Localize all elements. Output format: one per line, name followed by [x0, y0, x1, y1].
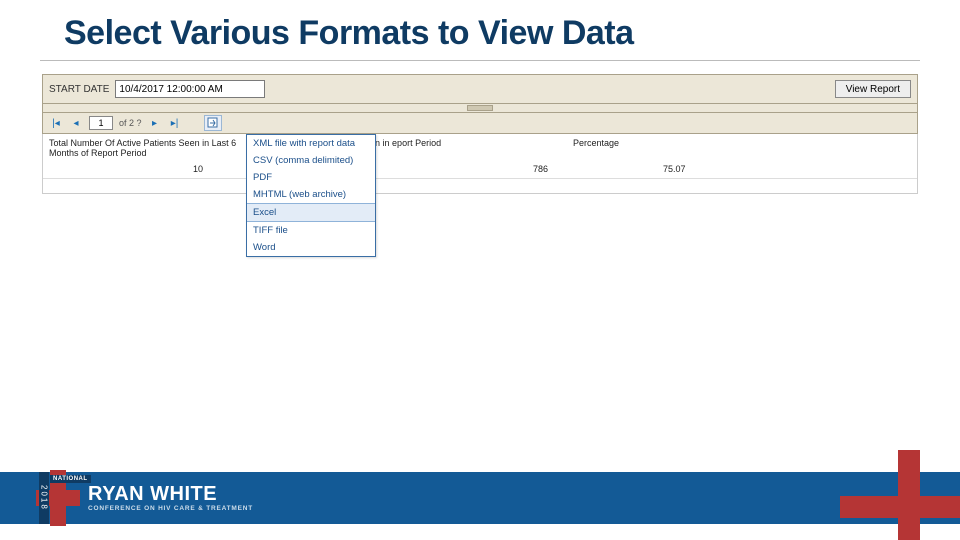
param-label-start-date: START DATE — [49, 84, 109, 95]
last-page-button[interactable]: ▸| — [168, 116, 182, 130]
page-of-label: of 2 ? — [119, 118, 142, 128]
export-button[interactable] — [204, 115, 222, 131]
page-number-input[interactable] — [89, 116, 113, 130]
logo-national-badge: NATIONAL — [50, 475, 91, 483]
export-option-mhtml-web-archive-[interactable]: MHTML (web archive) — [247, 186, 375, 203]
report-toolbar: |◂ ◂ of 2 ? ▸ ▸| — [42, 112, 918, 134]
param-splitter[interactable] — [42, 104, 918, 112]
cell-value-1: 10 — [193, 164, 203, 174]
param-bar: START DATE View Report — [42, 74, 918, 104]
splitter-handle-icon — [467, 105, 493, 111]
export-option-tiff-file[interactable]: TIFF file — [247, 222, 375, 239]
export-option-csv-comma-delimited-[interactable]: CSV (comma delimited) — [247, 152, 375, 169]
view-report-button[interactable]: View Report — [835, 80, 911, 98]
column-header-3: Percentage — [573, 138, 693, 148]
footer-logo: 2018 NATIONAL RYAN WHITE CONFERENCE ON H… — [36, 470, 253, 526]
export-option-excel[interactable]: Excel — [247, 203, 375, 222]
next-page-button[interactable]: ▸ — [148, 116, 162, 130]
prev-page-button[interactable]: ◂ — [69, 116, 83, 130]
export-icon — [207, 117, 219, 129]
export-option-xml-file-with-report-data[interactable]: XML file with report data — [247, 135, 375, 152]
logo-cross-icon: 2018 NATIONAL — [36, 470, 80, 526]
export-option-pdf[interactable]: PDF — [247, 169, 375, 186]
footer-accent-cross — [810, 450, 960, 540]
export-format-menu: XML file with report dataCSV (comma deli… — [246, 134, 376, 257]
cell-value-3: 75.07 — [663, 164, 686, 174]
export-option-word[interactable]: Word — [247, 239, 375, 256]
row-divider — [43, 178, 917, 179]
logo-line2: CONFERENCE ON HIV CARE & TREATMENT — [88, 506, 253, 513]
logo-line1: RYAN WHITE — [88, 484, 253, 504]
slide-title: Select Various Formats to View Data — [64, 14, 634, 53]
column-header-1: Total Number Of Active Patients Seen in … — [49, 138, 249, 158]
first-page-button[interactable]: |◂ — [49, 116, 63, 130]
report-body: Total Number Of Active Patients Seen in … — [42, 134, 918, 194]
logo-year: 2018 — [39, 472, 49, 524]
start-date-input[interactable] — [115, 80, 265, 98]
cell-value-2: 786 — [533, 164, 548, 174]
title-underline — [40, 60, 920, 61]
report-viewer: START DATE View Report |◂ ◂ of 2 ? ▸ ▸| — [42, 74, 918, 194]
